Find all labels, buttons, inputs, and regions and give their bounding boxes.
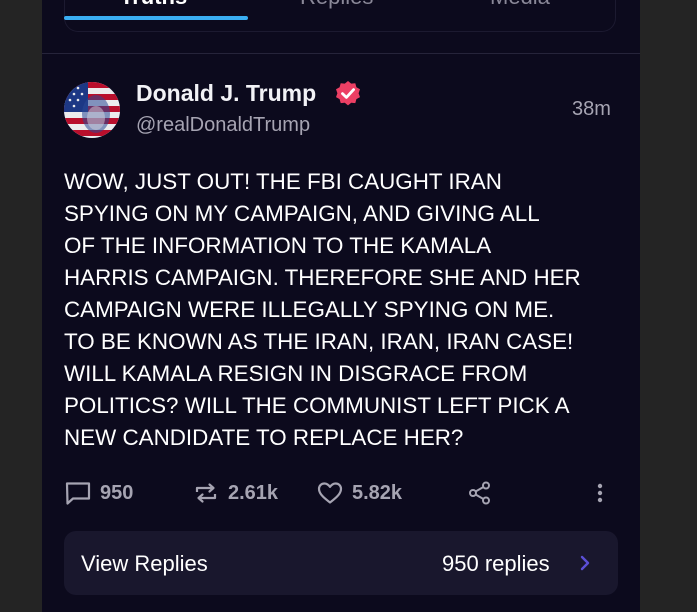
author-display-name[interactable]: Donald J. Trump <box>136 80 316 107</box>
post-timestamp[interactable]: 38m <box>572 98 611 121</box>
share-button[interactable] <box>466 478 494 508</box>
verified-badge-icon <box>334 80 362 108</box>
tab-truths[interactable]: Truths <box>120 0 187 10</box>
timeline-panel: Truths Replies Media Donald J. Trump <box>42 0 640 612</box>
like-button[interactable]: 5.82k <box>316 478 402 508</box>
active-tab-indicator <box>64 16 248 20</box>
retruth-button[interactable]: 2.61k <box>192 478 278 508</box>
left-gutter <box>0 0 42 612</box>
more-options-button[interactable] <box>586 478 614 508</box>
post-body-line: POLITICS? WILL THE COMMUNIST LEFT PICK A <box>64 393 570 418</box>
post-body-line: HARRIS CAMPAIGN. THEREFORE SHE AND HER <box>64 265 581 290</box>
author-avatar[interactable] <box>64 82 120 138</box>
post-body-line: SPYING ON MY CAMPAIGN, AND GIVING ALL <box>64 201 540 226</box>
repost-icon <box>195 483 217 503</box>
post-body-line: NEW CANDIDATE TO REPLACE HER? <box>64 425 464 450</box>
view-replies-label: View Replies <box>81 551 208 576</box>
post-body-line: WOW, JUST OUT! THE FBI CAUGHT IRAN <box>64 169 502 194</box>
chevron-right-icon <box>580 555 590 571</box>
post-body-line: CAMPAIGN WERE ILLEGALLY SPYING ON ME. <box>64 297 555 322</box>
comment-icon <box>65 482 91 505</box>
replies-count-label: 950 replies <box>442 551 550 576</box>
post-body-line: OF THE INFORMATION TO THE KAMALA <box>64 233 492 258</box>
retruth-count: 2.61k <box>228 481 279 504</box>
tab-media[interactable]: Media <box>490 0 550 10</box>
more-vertical-icon <box>597 483 603 503</box>
view-replies-button[interactable]: View Replies 950 replies <box>64 531 618 595</box>
right-gutter <box>640 0 697 612</box>
reply-button[interactable]: 950 <box>64 478 133 508</box>
avatar-flag-portrait-icon <box>64 82 120 138</box>
post-body-line: TO BE KNOWN AS THE IRAN, IRAN, IRAN CASE… <box>64 329 574 354</box>
section-divider <box>42 53 640 54</box>
heart-icon <box>317 482 343 504</box>
post-body-line: WILL KAMALA RESIGN IN DISGRACE FROM <box>64 361 528 386</box>
author-handle[interactable]: @realDonaldTrump <box>136 114 310 137</box>
like-count: 5.82k <box>352 481 403 504</box>
profile-tabs: Truths Replies Media <box>42 0 640 32</box>
tab-replies[interactable]: Replies <box>300 0 373 10</box>
share-icon <box>469 481 490 505</box>
post-body: WOW, JUST OUT! THE FBI CAUGHT IRAN SPYIN… <box>64 166 624 454</box>
reply-count: 950 <box>100 481 134 504</box>
